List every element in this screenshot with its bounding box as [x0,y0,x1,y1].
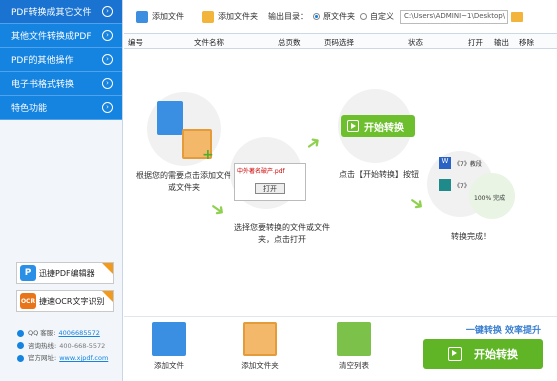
add-file-button[interactable]: 添加文件 [136,10,184,23]
promo-corner-tag [102,263,113,274]
chevron-right-icon: › [102,6,113,17]
sidebar-item-label: 电子书格式转换 [11,80,75,90]
column-header: 状态 [408,38,423,47]
contact-label: 咨询热线: [28,341,57,350]
add-folder-button[interactable]: 添加文件夹 [202,10,258,23]
arrow-icon: ➜ [404,190,429,217]
promo-corner-tag [102,291,113,302]
play-icon [448,347,462,361]
phone-icon [17,342,24,350]
sidebar-item-special[interactable]: 特色功能 › [0,96,122,120]
contact-site: 官方网址: www.xjpdf.com [17,352,108,365]
column-header: 编号 [128,38,143,47]
chevron-right-icon: › [102,102,113,113]
pdf-editor-logo-icon: P [20,265,36,281]
arrow-icon: ➜ [205,196,230,223]
contact-phone: 咨询热线: 400-668-5572 [17,340,108,353]
clear-list-label: 清空列表 [339,361,369,370]
contact-info: QQ 客服: 4006685572 咨询热线: 400-668-5572 官方网… [17,327,108,365]
radio-original-folder[interactable] [313,13,320,20]
qq-link[interactable]: 4006685572 [59,327,100,340]
plus-icon: + [202,147,214,163]
chevron-right-icon: › [102,54,113,65]
radio-custom[interactable] [360,13,367,20]
bottom-add-folder-label: 添加文件夹 [241,361,279,370]
column-header: 页码选择 [324,38,354,47]
chevron-right-icon: › [102,30,113,41]
word-icon: W [439,157,451,169]
slogan-text: 一键转换 效率提升 [465,326,541,336]
sidebar-item-label: 特色功能 [11,104,48,114]
output-dir-label: 输出目录： [268,12,308,21]
column-header: 文件名称 [194,38,224,47]
column-header: 打开 [468,38,483,47]
file-type-icon [439,179,451,191]
bottom-add-file-button[interactable]: 添加文件 [144,322,194,371]
sidebar-item-pdf-to-other[interactable]: PDF转换成其它文件 › [0,0,122,24]
step4-text: 转换完成！ [451,232,491,241]
promo-label: 迅捷PDF编辑器 [39,268,95,278]
contact-qq: QQ 客服: 4006685572 [17,327,108,340]
contact-label: QQ 客服: [28,329,56,337]
phone-value: 400-668-5572 [59,341,106,350]
result-file-a: 《7》教段 [454,161,482,168]
sidebar-item-label: PDF的其他操作 [11,56,74,66]
sidebar-item-pdf-other-ops[interactable]: PDF的其他操作 › [0,48,122,72]
step3-text: 点击【开始转换】按钮 [339,170,419,179]
file-icon [157,101,183,135]
sidebar-item-ebook-convert[interactable]: 电子书格式转换 › [0,72,122,96]
arrow-icon: ➜ [301,130,326,157]
add-file-icon [136,10,148,23]
bottom-add-folder-button[interactable]: 添加文件夹 [235,322,285,371]
add-file-icon [152,322,186,356]
promo-ocr[interactable]: OCR 捷速OCR文字识别 [16,290,114,312]
clear-list-button[interactable]: 清空列表 [329,322,379,371]
promo-pdf-editor[interactable]: P 迅捷PDF编辑器 [16,262,114,284]
add-folder-icon [202,10,214,23]
broom-icon [337,322,371,356]
start-convert-label: 开始转换 [474,348,518,361]
bottom-add-file-label: 添加文件 [154,361,184,370]
result-file-b: 《7》 [454,183,470,190]
dialog-open-button: 打开 [255,183,285,194]
browse-folder-icon[interactable] [511,11,523,22]
step1-text: 根据您的需要点击添加文件或文件夹 [136,171,232,192]
sidebar-item-other-to-pdf[interactable]: 其他文件转换成PDF › [0,24,122,48]
column-header: 总页数 [278,38,301,47]
add-folder-icon [243,322,277,356]
qq-icon [17,329,24,337]
start-preview-button: 开始转换 [341,115,415,137]
file-table-header: 编号 文件名称 总页数 页码选择 状态 打开 输出 移除 [124,33,557,49]
start-preview-label: 开始转换 [364,122,404,134]
sidebar-nav: PDF转换成其它文件 › 其他文件转换成PDF › PDF的其他操作 › 电子书… [0,0,122,120]
toolbar: 添加文件 添加文件夹 输出目录： 原文件夹 自定义 C:\Users\ADMIN… [124,0,557,33]
dialog-file-name: 中外著名破产.pdf [237,168,285,175]
home-icon [17,354,24,362]
column-header: 输出 [494,38,509,47]
open-dialog-preview: 中外著名破产.pdf 打开 [234,163,306,201]
promo-label: 捷速OCR文字识别 [39,296,105,306]
radio-custom-label: 自定义 [370,12,394,21]
play-icon [347,120,359,132]
step2-text: 选择您要转换的文件或文件夹，点击打开 [234,223,330,244]
column-header: 移除 [519,38,534,47]
chevron-right-icon: › [102,78,113,89]
website-link[interactable]: www.xjpdf.com [59,352,108,365]
sidebar: PDF转换成其它文件 › 其他文件转换成PDF › PDF的其他操作 › 电子书… [0,0,123,381]
sidebar-item-label: 其他文件转换成PDF [11,32,92,42]
ocr-logo-icon: OCR [20,293,36,309]
start-convert-button[interactable]: 开始转换 [423,339,543,369]
progress-text: 100% 完成 [474,195,506,202]
add-folder-label: 添加文件夹 [218,12,258,21]
add-file-label: 添加文件 [152,12,184,21]
guide-area: + 根据您的需要点击添加文件或文件夹 ➜ 中外著名破产.pdf 打开 选择您要转… [124,49,557,316]
contact-label: 官方网址: [28,354,57,362]
bottom-bar: 添加文件 添加文件夹 清空列表 一键转换 效率提升 开始转换 [124,316,557,381]
sidebar-item-label: PDF转换成其它文件 [11,8,92,18]
output-path-field[interactable]: C:\Users\ADMINI~1\Desktop\ [400,9,508,24]
radio-original-label: 原文件夹 [323,12,355,21]
